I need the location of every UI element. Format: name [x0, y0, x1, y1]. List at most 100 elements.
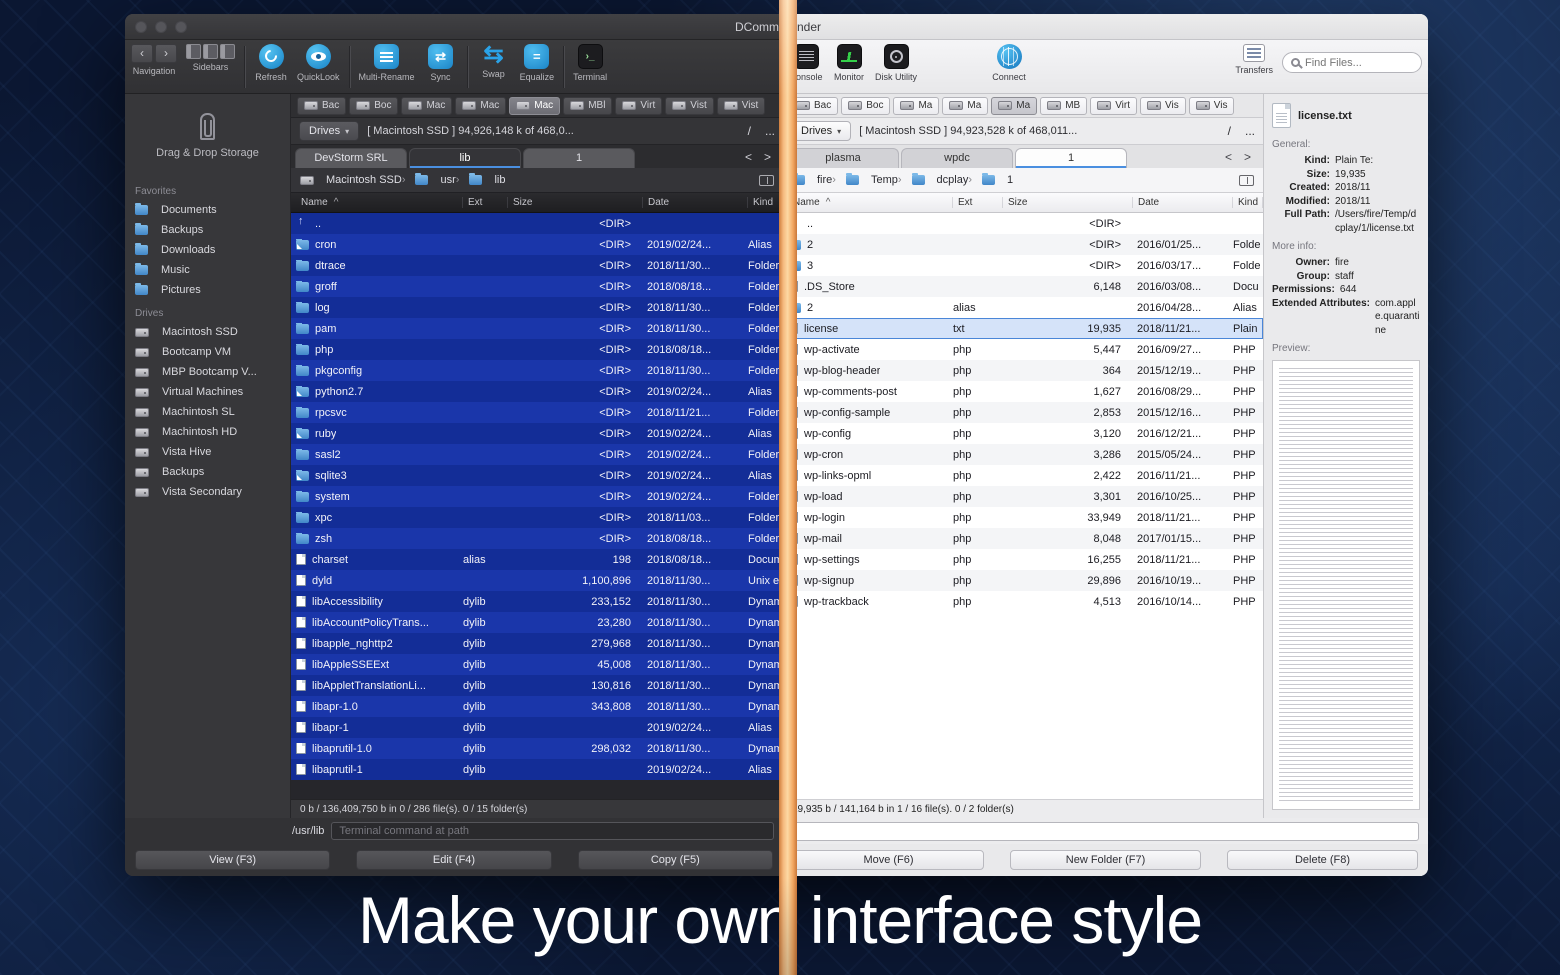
quicklook-button[interactable]: QuickLook: [297, 44, 340, 82]
file-row[interactable]: libAccessibility dylib 233,152 2018/11/3…: [291, 591, 783, 612]
drive-shortcut-button[interactable]: Ma: [942, 97, 988, 115]
find-files-search[interactable]: [1282, 52, 1422, 73]
file-row[interactable]: wp-trackback php 4,513 2016/10/14... PHP: [783, 591, 1263, 612]
file-row[interactable]: libAppletTranslationLi... dylib 130,816 …: [291, 675, 783, 696]
file-row[interactable]: wp-settings php 16,255 2018/11/21... PHP: [783, 549, 1263, 570]
file-row[interactable]: wp-login php 33,949 2018/11/21... PHP: [783, 507, 1263, 528]
zoom-button[interactable]: [175, 21, 187, 33]
drive-shortcut-button[interactable]: MBl: [563, 97, 612, 115]
file-row[interactable]: dyld 1,100,896 2018/11/30... Unix e: [291, 570, 783, 591]
column-header[interactable]: Kind: [748, 197, 783, 208]
file-row[interactable]: libaprutil-1.0 dylib 298,032 2018/11/30.…: [291, 738, 783, 759]
column-header[interactable]: Date: [643, 197, 748, 208]
forward-icon[interactable]: ›: [155, 44, 177, 63]
folder-tab[interactable]: 1: [523, 148, 635, 168]
folder-tab[interactable]: DevStorm SRL: [295, 148, 407, 168]
root-button[interactable]: /: [1228, 124, 1231, 138]
drive-shortcut-button[interactable]: Boc: [841, 97, 890, 115]
file-row[interactable]: sqlite3 <DIR> 2019/02/24... Alias: [291, 465, 783, 486]
file-row[interactable]: python2.7 <DIR> 2019/02/24... Alias: [291, 381, 783, 402]
drive-shortcut-button[interactable]: Vist: [717, 97, 766, 115]
drive-shortcut-button[interactable]: Vis: [1140, 97, 1186, 115]
breadcrumb-segment[interactable]: fire: [792, 174, 832, 186]
drive-shortcut-button[interactable]: Virt: [1090, 97, 1137, 115]
file-row[interactable]: libapple_nghttp2 dylib 279,968 2018/11/3…: [291, 633, 783, 654]
drive-shortcut-button[interactable]: Mac: [401, 97, 452, 115]
sidebar-item[interactable]: Documents: [125, 200, 290, 220]
drive-shortcut-button[interactable]: MB: [1040, 97, 1087, 115]
column-header[interactable]: Ext: [463, 197, 508, 208]
file-row[interactable]: wp-config php 3,120 2016/12/21... PHP: [783, 423, 1263, 444]
file-row[interactable]: libapr-1 dylib 2019/02/24... Alias: [291, 717, 783, 738]
sidebar-item[interactable]: MBP Bootcamp V...: [125, 362, 290, 382]
file-row[interactable]: dtrace <DIR> 2018/11/30... Folder: [291, 255, 783, 276]
sidebar-item[interactable]: Vista Hive: [125, 442, 290, 462]
drive-shortcut-button[interactable]: Mac: [509, 97, 560, 115]
drive-shortcut-button[interactable]: Vis: [1189, 97, 1235, 115]
function-button[interactable]: Copy (F5): [578, 850, 773, 870]
file-row[interactable]: wp-blog-header php 364 2015/12/19... PHP: [783, 360, 1263, 381]
tab-prev-button[interactable]: <: [745, 150, 752, 164]
drive-shortcut-button[interactable]: Boc: [349, 97, 398, 115]
function-button[interactable]: Move (F6): [793, 850, 984, 870]
column-header[interactable]: Size: [1003, 197, 1133, 208]
file-row[interactable]: wp-cron php 3,286 2015/05/24... PHP: [783, 444, 1263, 465]
file-row[interactable]: libAccountPolicyTrans... dylib 23,280 20…: [291, 612, 783, 633]
column-header[interactable]: Name: [788, 197, 953, 208]
function-button[interactable]: View (F3): [135, 850, 330, 870]
file-row[interactable]: .. <DIR>: [291, 213, 783, 234]
file-row[interactable]: .DS_Store 6,148 2016/03/08... Docu: [783, 276, 1263, 297]
file-row[interactable]: log <DIR> 2018/11/30... Folder: [291, 297, 783, 318]
drive-shortcut-button[interactable]: Bac: [297, 97, 346, 115]
file-row[interactable]: wp-signup php 29,896 2016/10/19... PHP: [783, 570, 1263, 591]
drives-dropdown[interactable]: Drives ▾: [791, 121, 851, 141]
file-row[interactable]: pam <DIR> 2018/11/30... Folder: [291, 318, 783, 339]
file-row[interactable]: rpcsvc <DIR> 2018/11/21... Folder: [291, 402, 783, 423]
folder-tab[interactable]: lib: [409, 148, 521, 168]
drive-shortcut-button[interactable]: Ma: [991, 97, 1037, 115]
sync-button[interactable]: ⇄ Sync: [424, 44, 458, 82]
close-button[interactable]: [135, 21, 147, 33]
breadcrumb-segment[interactable]: 1: [968, 174, 1013, 186]
sidebar-item[interactable]: Machintosh HD: [125, 422, 290, 442]
function-button[interactable]: New Folder (F7): [1010, 850, 1201, 870]
column-header[interactable]: Date: [1133, 197, 1233, 208]
file-row[interactable]: wp-mail php 8,048 2017/01/15... PHP: [783, 528, 1263, 549]
back-icon[interactable]: ‹: [131, 44, 153, 63]
sidebar-item[interactable]: Virtual Machines: [125, 382, 290, 402]
file-row[interactable]: wp-links-opml php 2,422 2016/11/21... PH…: [783, 465, 1263, 486]
file-row[interactable]: libaprutil-1 dylib 2019/02/24... Alias: [291, 759, 783, 780]
file-row[interactable]: charset alias 198 2018/08/18... Docum: [291, 549, 783, 570]
file-row[interactable]: wp-config-sample php 2,853 2015/12/16...…: [783, 402, 1263, 423]
sidebars-button[interactable]: Sidebars: [186, 44, 235, 72]
file-row[interactable]: wp-activate php 5,447 2016/09/27... PHP: [783, 339, 1263, 360]
function-button[interactable]: Edit (F4): [356, 850, 551, 870]
more-button[interactable]: ...: [1245, 124, 1255, 138]
file-row[interactable]: cron <DIR> 2019/02/24... Alias: [291, 234, 783, 255]
file-row[interactable]: .. <DIR>: [783, 213, 1263, 234]
file-row[interactable]: wp-comments-post php 1,627 2016/08/29...…: [783, 381, 1263, 402]
drive-shortcut-button[interactable]: Vist: [665, 97, 714, 115]
file-row[interactable]: sasl2 <DIR> 2019/02/24... Folder: [291, 444, 783, 465]
breadcrumb-segment[interactable]: lib: [456, 174, 506, 186]
disk-utility-button[interactable]: Disk Utility: [875, 44, 917, 82]
column-header[interactable]: Kind: [1233, 197, 1263, 208]
bookmarks-icon[interactable]: [759, 175, 774, 186]
bookmarks-icon[interactable]: [1239, 175, 1254, 186]
drag-drop-storage[interactable]: Drag & Drop Storage: [125, 94, 290, 178]
column-header[interactable]: Name: [296, 197, 463, 208]
refresh-button[interactable]: Refresh: [254, 44, 288, 82]
transfers-button[interactable]: Transfers: [1235, 44, 1273, 75]
sidebar-item[interactable]: Backups: [125, 462, 290, 482]
terminal-button[interactable]: ›_ Terminal: [573, 44, 607, 82]
root-button[interactable]: /: [748, 124, 751, 138]
sidebar-item[interactable]: Vista Secondary: [125, 482, 290, 502]
file-row[interactable]: system <DIR> 2019/02/24... Folder: [291, 486, 783, 507]
file-row[interactable]: groff <DIR> 2018/08/18... Folder: [291, 276, 783, 297]
tab-next-button[interactable]: >: [1244, 150, 1251, 164]
tab-prev-button[interactable]: <: [1225, 150, 1232, 164]
sidebar-item[interactable]: Downloads: [125, 240, 290, 260]
drive-shortcut-button[interactable]: Virt: [615, 97, 662, 115]
sidebar-item[interactable]: Backups: [125, 220, 290, 240]
sidebar-item[interactable]: Machintosh SL: [125, 402, 290, 422]
